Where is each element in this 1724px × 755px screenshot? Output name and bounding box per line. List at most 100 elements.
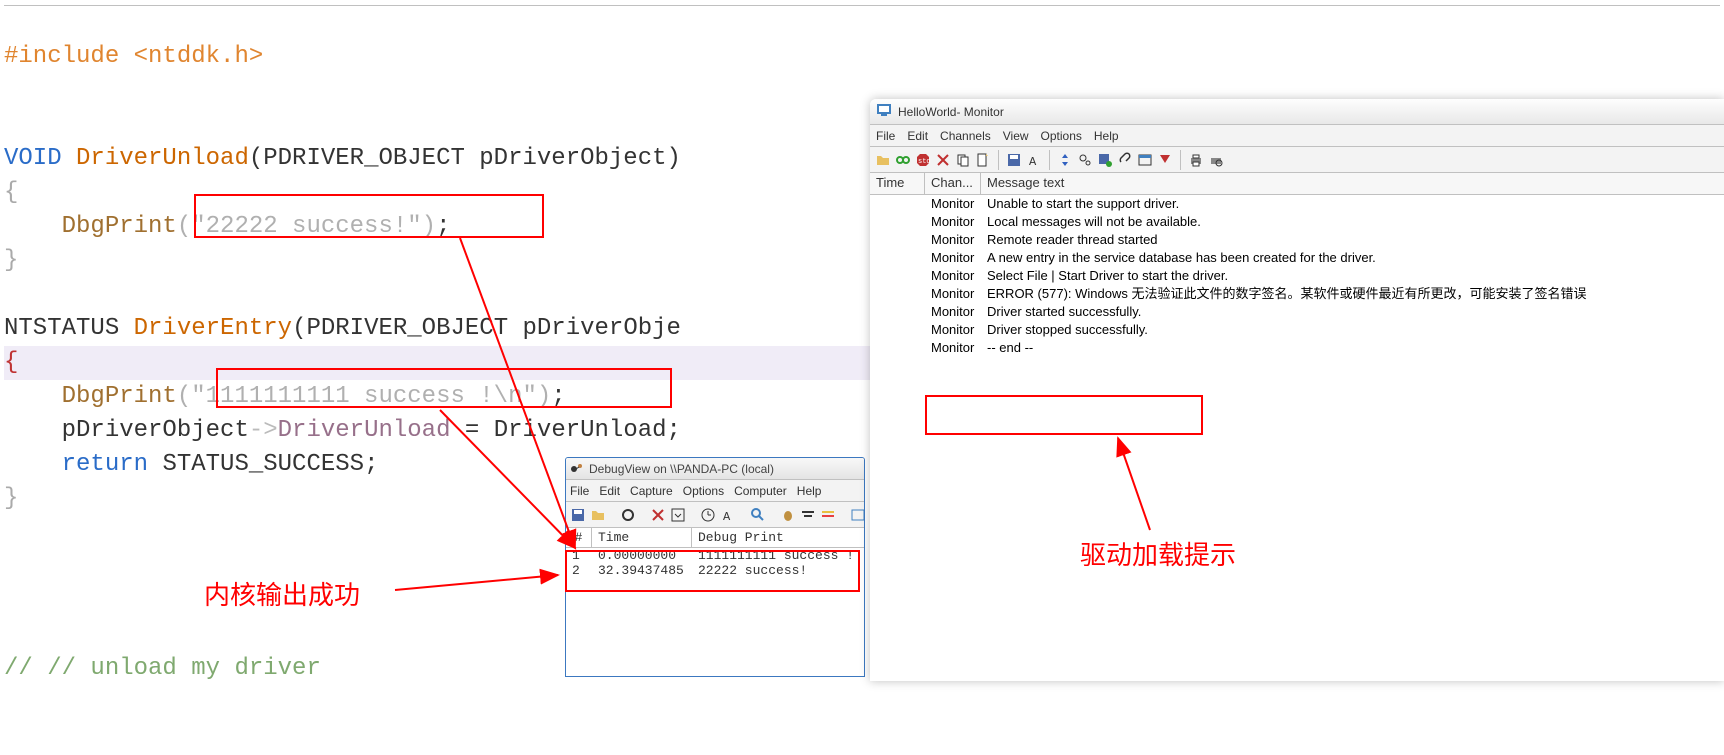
include-file: <ntddk.h>	[134, 43, 264, 70]
autoscroll-icon[interactable]	[670, 507, 686, 523]
brace-close: }	[4, 247, 18, 274]
save-config-icon[interactable]	[1096, 151, 1114, 169]
monitor-row[interactable]: Monitor-- end --	[870, 339, 1724, 357]
monitor-row[interactable]: MonitorLocal messages will not be availa…	[870, 213, 1724, 231]
debugview-app-icon	[570, 462, 584, 476]
monitor-menubar: File Edit Channels View Options Help	[870, 125, 1724, 147]
debugview-menu-help[interactable]: Help	[797, 484, 822, 498]
toolbar-sep2	[1049, 150, 1050, 170]
filter-icon[interactable]	[800, 507, 816, 523]
brace-open-red: {	[4, 349, 18, 376]
clear-icon[interactable]	[650, 507, 666, 523]
svg-text:A: A	[1029, 155, 1037, 168]
monitor-menu-edit[interactable]: Edit	[907, 129, 928, 143]
debugview-menu-options[interactable]: Options	[683, 484, 724, 498]
monitor-row-chan: Monitor	[925, 213, 981, 231]
monitor-row-chan: Monitor	[925, 285, 981, 303]
monitor-row-msg: -- end --	[981, 339, 1724, 357]
monitor-row[interactable]: MonitorDriver stopped successfully.	[870, 321, 1724, 339]
monitor-menu-channels[interactable]: Channels	[940, 129, 991, 143]
find-icon[interactable]	[750, 507, 766, 523]
member-rhs: DriverUnload;	[494, 417, 681, 444]
monitor-row[interactable]: MonitorDriver started successfully.	[870, 303, 1724, 321]
capture-icon[interactable]	[620, 507, 636, 523]
monitor-row-chan: Monitor	[925, 303, 981, 321]
monitor-header: Time Chan... Message text	[870, 173, 1724, 195]
monitor-titlebar[interactable]: HelloWorld- Monitor	[870, 99, 1724, 125]
debugview-menu-file[interactable]: File	[570, 484, 589, 498]
monitor-app-icon	[876, 102, 892, 121]
gears-icon[interactable]	[1076, 151, 1094, 169]
save-icon[interactable]	[570, 507, 586, 523]
member-name: DriverUnload	[278, 417, 451, 444]
new-icon[interactable]	[974, 151, 992, 169]
marker-icon[interactable]	[1156, 151, 1174, 169]
debugview-toolbar: A	[566, 502, 864, 528]
open-icon[interactable]	[874, 151, 892, 169]
font-icon[interactable]: A	[1025, 151, 1043, 169]
entry-fn-name: DriverEntry	[134, 315, 292, 342]
window-icon[interactable]	[1136, 151, 1154, 169]
debugview-titlebar[interactable]: DebugView on \\PANDA-PC (local)	[566, 458, 864, 480]
debugview-col-msg[interactable]: Debug Print	[692, 528, 864, 547]
debugview-menu-computer[interactable]: Computer	[734, 484, 787, 498]
monitor-col-chan[interactable]: Chan...	[925, 173, 981, 194]
monitor-row-chan: Monitor	[925, 231, 981, 249]
dbgprint1-fn: DbgPrint	[62, 213, 177, 240]
debugview-menu-edit[interactable]: Edit	[599, 484, 620, 498]
monitor-row[interactable]: MonitorUnable to start the support drive…	[870, 195, 1724, 213]
svg-text:stop: stop	[918, 158, 931, 166]
bug-icon[interactable]	[780, 507, 796, 523]
member-obj: pDriverObject	[62, 417, 249, 444]
monitor-menu-help[interactable]: Help	[1094, 129, 1119, 143]
debugview-col-id[interactable]: #	[566, 528, 592, 547]
monitor-row-msg: Remote reader thread started	[981, 231, 1724, 249]
debugview-menu-capture[interactable]: Capture	[630, 484, 673, 498]
print-preview-icon[interactable]	[1207, 151, 1225, 169]
debugview-title: DebugView on \\PANDA-PC (local)	[589, 462, 774, 476]
copy-icon[interactable]	[954, 151, 972, 169]
return-val: STATUS_SUCCESS;	[162, 451, 378, 478]
open-icon[interactable]	[590, 507, 606, 523]
clock-icon[interactable]	[700, 507, 716, 523]
monitor-row-msg: A new entry in the service database has …	[981, 249, 1724, 267]
entry-params: (PDRIVER_OBJECT pDriverObje	[292, 315, 681, 342]
monitor-row-chan: Monitor	[925, 321, 981, 339]
monitor-menu-file[interactable]: File	[876, 129, 895, 143]
stop-icon[interactable]: stop	[914, 151, 932, 169]
void-keyword: VOID	[4, 145, 62, 172]
attach-icon[interactable]	[1116, 151, 1134, 169]
print-icon[interactable]	[1187, 151, 1205, 169]
monitor-row[interactable]: MonitorSelect File | Start Driver to sta…	[870, 267, 1724, 285]
return-kw: return	[62, 451, 148, 478]
monitor-col-time[interactable]: Time	[870, 173, 925, 194]
clear-icon[interactable]	[934, 151, 952, 169]
monitor-row-chan: Monitor	[925, 267, 981, 285]
up-down-icon[interactable]	[1056, 151, 1074, 169]
dbgprint2-fn: DbgPrint	[62, 383, 177, 410]
monitor-row[interactable]: MonitorA new entry in the service databa…	[870, 249, 1724, 267]
monitor-toolbar: stop A	[870, 147, 1724, 173]
top-border	[4, 5, 1720, 6]
monitor-row[interactable]: MonitorRemote reader thread started	[870, 231, 1724, 249]
monitor-menu-options[interactable]: Options	[1041, 129, 1082, 143]
monitor-window: HelloWorld- Monitor File Edit Channels V…	[870, 99, 1724, 681]
driver-load-label: 驱动加载提示	[1080, 535, 1236, 572]
save-icon[interactable]	[1005, 151, 1023, 169]
monitor-menu-view[interactable]: View	[1003, 129, 1029, 143]
wrap-icon[interactable]	[850, 507, 865, 523]
monitor-row-msg: Driver started successfully.	[981, 303, 1724, 321]
monitor-row[interactable]: MonitorERROR (577): Windows 无法验证此文件的数字签名…	[870, 285, 1724, 303]
include-directive: #include	[4, 43, 119, 70]
link-icon[interactable]	[894, 151, 912, 169]
monitor-rows: MonitorUnable to start the support drive…	[870, 195, 1724, 357]
kernel-output-label: 内核输出成功	[204, 575, 360, 612]
arrow-op: ->	[249, 417, 278, 444]
font-icon[interactable]: A	[720, 507, 736, 523]
debugview-col-time[interactable]: Time	[592, 528, 692, 547]
monitor-col-msg[interactable]: Message text	[981, 173, 1724, 194]
highlight-icon[interactable]	[820, 507, 836, 523]
monitor-row-chan: Monitor	[925, 339, 981, 357]
ntstatus-kw: NTSTATUS	[4, 315, 119, 342]
toolbar-sep1	[998, 150, 999, 170]
